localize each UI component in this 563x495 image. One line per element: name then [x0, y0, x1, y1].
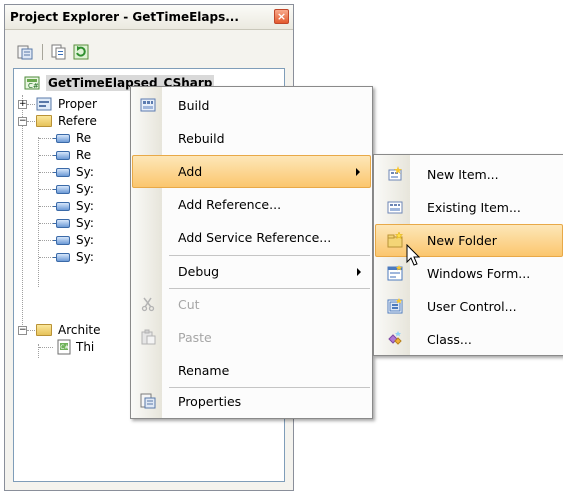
tree-item-label: Refere — [58, 114, 97, 128]
submenu-arrow-icon — [357, 268, 361, 276]
reference-icon — [56, 236, 70, 245]
submenu-item-new-folder[interactable]: New Folder — [375, 224, 563, 257]
tree-guide — [39, 206, 53, 207]
tree-guide — [39, 155, 53, 156]
menu-item-debug[interactable]: Debug — [132, 255, 371, 288]
properties-icon — [36, 97, 52, 111]
reference-icon — [56, 185, 70, 194]
menu-item-properties[interactable]: Properties — [132, 385, 371, 418]
menu-item-label: Build — [178, 98, 210, 113]
toolbar — [5, 30, 293, 68]
menu-item-build[interactable]: Build — [132, 89, 371, 122]
menu-item-label: Add — [178, 164, 203, 179]
build-icon — [140, 97, 156, 113]
properties-tool-icon[interactable] — [17, 44, 33, 60]
csharp-file-icon: C# — [56, 339, 72, 355]
user-control-icon — [387, 298, 403, 314]
tree-item-label: Re — [76, 148, 92, 162]
existing-item-icon — [387, 199, 403, 215]
tree-guide — [27, 104, 35, 105]
toolbar-separator — [42, 44, 43, 60]
menu-item-label: Cut — [178, 297, 200, 312]
svg-text:C#: C# — [28, 82, 39, 90]
close-button[interactable]: × — [274, 9, 289, 24]
submenu-item-new-item[interactable]: New Item... — [375, 158, 563, 191]
reference-icon — [56, 202, 70, 211]
properties-icon — [140, 393, 156, 409]
reference-icon — [56, 151, 70, 160]
menu-item-label: Add Service Reference... — [178, 230, 332, 245]
tree-item-label: Sy: — [76, 182, 94, 196]
new-folder-icon — [387, 231, 404, 248]
tree-guide — [27, 330, 35, 331]
menu-item-paste[interactable]: Paste — [132, 321, 371, 354]
submenu-item-user-control[interactable]: User Control... — [375, 290, 563, 323]
reference-icon — [56, 253, 70, 262]
tree-item-label: Re — [76, 131, 92, 145]
windows-form-icon — [387, 265, 403, 281]
context-menu: Build Rebuild Add Add Reference... Add S… — [130, 86, 373, 419]
menu-item-label: Rename — [178, 363, 230, 378]
tree-guide — [39, 347, 53, 348]
menu-item-label: User Control... — [427, 299, 517, 314]
refresh-icon[interactable] — [73, 44, 89, 60]
close-icon: × — [276, 10, 287, 23]
menu-item-add[interactable]: Add — [132, 155, 371, 188]
paste-icon — [140, 329, 156, 345]
tree-guide — [39, 172, 53, 173]
expand-icon[interactable]: + — [18, 100, 27, 109]
title-bar[interactable]: Project Explorer - GetTimeElaps... × — [5, 5, 293, 30]
tree-item-label: Proper — [58, 97, 97, 111]
tree-guide — [39, 223, 53, 224]
collapse-icon[interactable]: − — [18, 117, 27, 126]
tree-item-label: Sy: — [76, 250, 94, 264]
menu-item-label: New Item... — [427, 167, 499, 182]
menu-item-add-reference[interactable]: Add Reference... — [132, 188, 371, 221]
tree-item-label: Sy: — [76, 216, 94, 230]
menu-item-label: Rebuild — [178, 131, 225, 146]
submenu-arrow-icon — [356, 168, 360, 176]
menu-item-label: Paste — [178, 330, 212, 345]
reference-icon — [56, 168, 70, 177]
add-submenu: New Item... Existing Item... New Folder — [373, 154, 563, 356]
menu-item-label: Class... — [427, 332, 472, 347]
menu-item-label: Debug — [178, 264, 220, 279]
folder-icon — [36, 324, 52, 336]
menu-item-label: Existing Item... — [427, 200, 521, 215]
submenu-item-existing-item[interactable]: Existing Item... — [375, 191, 563, 224]
cut-icon — [140, 296, 156, 312]
project-icon: C# — [24, 75, 40, 91]
submenu-item-class[interactable]: Class... — [375, 323, 563, 356]
svg-text:C#: C# — [60, 344, 69, 351]
tree-guide — [39, 257, 53, 258]
menu-item-rename[interactable]: Rename — [132, 354, 371, 387]
menu-item-add-service-reference[interactable]: Add Service Reference... — [132, 221, 371, 254]
tree-guide — [27, 121, 35, 122]
tree-guide — [39, 189, 53, 190]
reference-icon — [56, 134, 70, 143]
tree-item-label: Sy: — [76, 233, 94, 247]
new-item-icon — [387, 166, 403, 182]
mouse-pointer-icon — [406, 243, 422, 268]
menu-item-cut[interactable]: Cut — [132, 288, 371, 321]
submenu-item-windows-form[interactable]: Windows Form... — [375, 257, 563, 290]
menu-item-label: Add Reference... — [178, 197, 282, 212]
tree-guide — [39, 138, 53, 139]
tree-guide — [39, 240, 53, 241]
menu-item-rebuild[interactable]: Rebuild — [132, 122, 371, 155]
show-all-files-icon[interactable] — [51, 44, 67, 60]
tree-item-label: Thi — [76, 340, 95, 354]
collapse-icon[interactable]: − — [18, 326, 27, 335]
menu-item-label: Properties — [178, 394, 242, 409]
folder-icon — [36, 115, 52, 127]
panel-title: Project Explorer - GetTimeElaps... — [10, 10, 239, 24]
reference-icon — [56, 219, 70, 228]
tree-item-label: Archite — [58, 323, 101, 337]
tree-item-label: Sy: — [76, 165, 94, 179]
menu-item-label: Windows Form... — [427, 266, 531, 281]
class-icon — [387, 331, 403, 347]
menu-item-label: New Folder — [427, 233, 497, 248]
tree-item-label: Sy: — [76, 199, 94, 213]
